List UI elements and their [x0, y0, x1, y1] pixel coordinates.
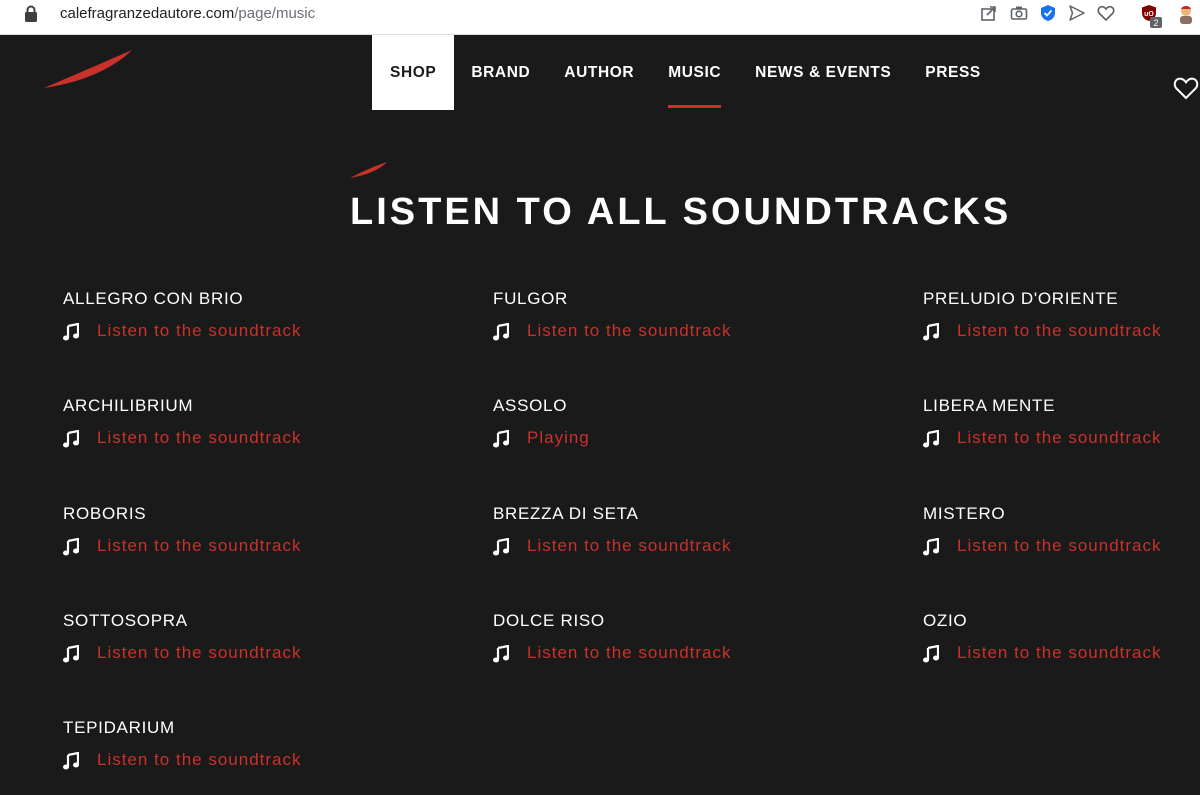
track-item: OZIO Listen to the soundtrack: [923, 611, 1200, 671]
listen-link[interactable]: Listen to the soundtrack: [957, 643, 1162, 663]
heart-outline-icon[interactable]: [1097, 4, 1115, 22]
listen-link[interactable]: Listen to the soundtrack: [97, 321, 302, 341]
track-item: BREZZA DI SETA Listen to the soundtrack: [493, 504, 793, 564]
music-note-icon: [493, 645, 509, 663]
lock-icon[interactable]: [24, 5, 38, 23]
track-item: ROBORIS Listen to the soundtrack: [63, 504, 363, 564]
listen-link[interactable]: Listen to the soundtrack: [957, 428, 1162, 448]
track-item: DOLCE RISO Listen to the soundtrack: [493, 611, 793, 671]
browser-address-bar: calefragranzedautore.com/page/music uO 2: [0, 0, 1200, 35]
listen-link[interactable]: Listen to the soundtrack: [527, 321, 732, 341]
nav-press[interactable]: PRESS: [908, 35, 998, 110]
track-item: ARCHILIBRIUM Listen to the soundtrack: [63, 396, 363, 456]
music-note-icon: [923, 323, 939, 341]
track-name: MISTERO: [923, 504, 1006, 523]
track-name: ASSOLO: [493, 396, 568, 415]
camera-icon[interactable]: [1010, 4, 1028, 22]
music-note-icon: [493, 323, 509, 341]
send-icon[interactable]: [1068, 4, 1086, 22]
listen-link[interactable]: Listen to the soundtrack: [97, 428, 302, 448]
track-name: PRELUDIO D'ORIENTE: [923, 289, 1119, 308]
music-note-icon: [923, 645, 939, 663]
music-note-icon: [63, 538, 79, 556]
track-name: TEPIDARIUM: [63, 718, 175, 737]
track-name: LIBERA MENTE: [923, 396, 1056, 415]
url-host: calefragranzedautore.com: [60, 5, 235, 22]
listen-link[interactable]: Listen to the soundtrack: [527, 536, 732, 556]
track-name: ALLEGRO CON BRIO: [63, 289, 244, 308]
track-name: BREZZA DI SETA: [493, 504, 639, 523]
track-item: MISTERO Listen to the soundtrack: [923, 504, 1200, 564]
track-item: ALLEGRO CON BRIO Listen to the soundtrac…: [63, 289, 363, 349]
listen-link[interactable]: Listen to the soundtrack: [957, 536, 1162, 556]
track-name: ARCHILIBRIUM: [63, 396, 194, 415]
title-accent-icon: [350, 162, 387, 178]
listen-link[interactable]: Listen to the soundtrack: [527, 643, 732, 663]
nav-shop[interactable]: SHOP: [372, 35, 455, 110]
url-field[interactable]: calefragranzedautore.com/page/music: [60, 5, 315, 23]
track-name: ROBORIS: [63, 504, 147, 523]
nav-brand[interactable]: BRAND: [454, 35, 547, 110]
nav-news-events[interactable]: NEWS & EVENTS: [738, 35, 908, 110]
brand-logo-icon[interactable]: [42, 48, 134, 92]
track-item: PRELUDIO D'ORIENTE Listen to the soundtr…: [923, 289, 1200, 349]
listen-link[interactable]: Listen to the soundtrack: [97, 750, 302, 770]
main-nav: SHOP BRAND AUTHOR MUSIC NEWS & EVENTS PR…: [372, 35, 998, 110]
page-title: LISTEN TO ALL SOUNDTRACKS: [350, 191, 1012, 233]
nav-music[interactable]: MUSIC: [651, 35, 738, 110]
track-name: SOTTOSOPRA: [63, 611, 188, 630]
track-item: ASSOLO Playing: [493, 396, 793, 456]
listen-link[interactable]: Listen to the soundtrack: [957, 321, 1162, 341]
music-note-icon: [63, 430, 79, 448]
ublock-icon[interactable]: uO 2: [1140, 4, 1164, 30]
listen-link[interactable]: Listen to the soundtrack: [97, 643, 302, 663]
music-note-icon: [63, 645, 79, 663]
extension-avatar-icon[interactable]: [1176, 4, 1196, 26]
music-note-icon: [63, 323, 79, 341]
extension-badge: 2: [1153, 18, 1158, 28]
track-item: LIBERA MENTE Listen to the soundtrack: [923, 396, 1200, 456]
url-path: /page/music: [234, 5, 316, 22]
svg-text:uO: uO: [1144, 11, 1154, 18]
track-name: DOLCE RISO: [493, 611, 605, 630]
music-note-icon: [923, 538, 939, 556]
shield-check-icon[interactable]: [1039, 4, 1057, 22]
listen-link[interactable]: Listen to the soundtrack: [97, 536, 302, 556]
music-note-icon: [493, 538, 509, 556]
track-name: FULGOR: [493, 289, 569, 308]
track-item: SOTTOSOPRA Listen to the soundtrack: [63, 611, 363, 671]
music-note-icon: [923, 430, 939, 448]
nav-author[interactable]: AUTHOR: [547, 35, 651, 110]
track-item: FULGOR Listen to the soundtrack: [493, 289, 793, 349]
track-name: OZIO: [923, 611, 968, 630]
heart-icon[interactable]: [1173, 76, 1199, 100]
share-icon[interactable]: [980, 4, 998, 22]
track-item: TEPIDARIUM Listen to the soundtrack: [63, 718, 363, 778]
music-note-icon: [493, 430, 509, 448]
listen-link[interactable]: Playing: [527, 428, 590, 448]
music-note-icon: [63, 752, 79, 770]
